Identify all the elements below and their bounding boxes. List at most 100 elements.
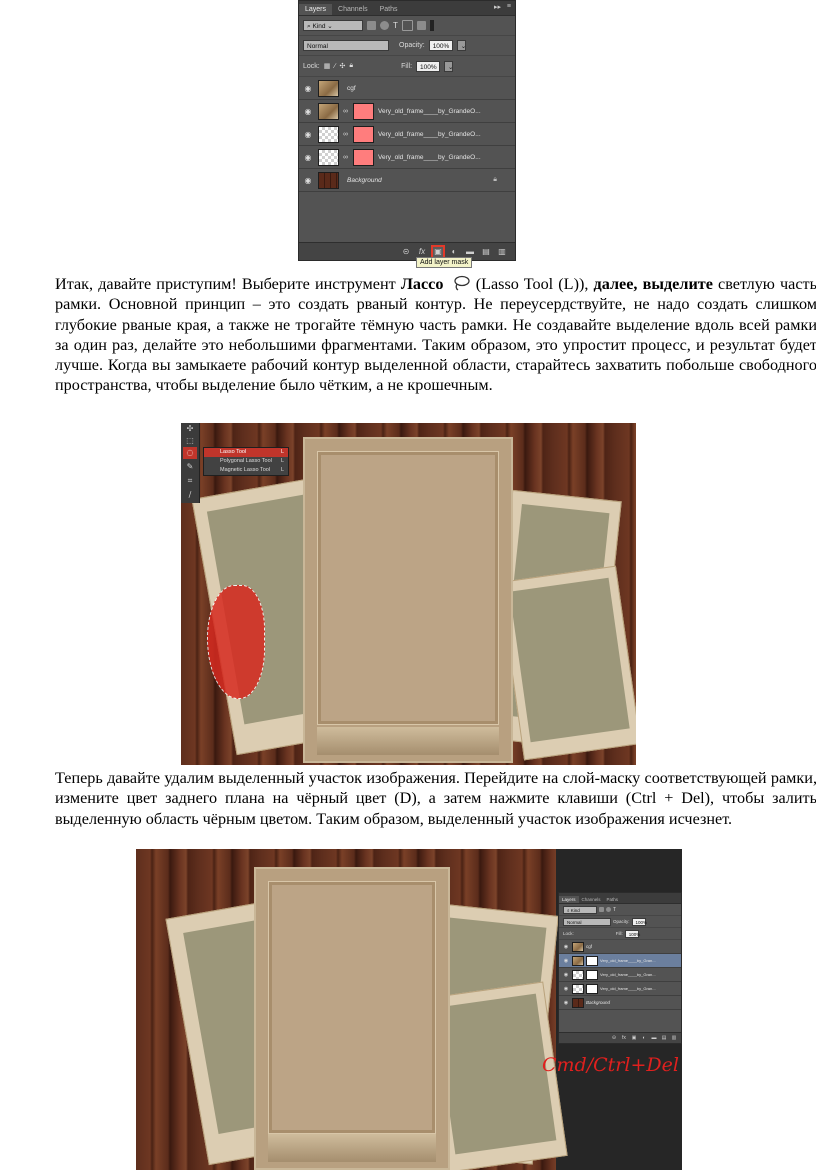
quick-select-tool-icon[interactable]: ✎ xyxy=(183,461,197,473)
filter-pixel-icon[interactable] xyxy=(367,21,376,30)
lasso-term: Лассо xyxy=(400,275,444,293)
panel-tabs: Layers Channels Paths ▸▸ ≡ xyxy=(299,1,515,16)
layer-row[interactable]: ◉ ∞ Very_old_frame____by_GrandeO... xyxy=(299,146,515,169)
filter-smart-icon[interactable] xyxy=(416,21,426,30)
tab-channels[interactable]: Channels xyxy=(332,4,374,15)
trash-icon[interactable]: ▥ xyxy=(497,247,507,257)
move-tool-icon[interactable]: ✣ xyxy=(183,423,197,435)
layer-row[interactable]: ◉ Very_old_frame____by_Gran... xyxy=(559,968,681,982)
layer-mask-thumbnail[interactable] xyxy=(586,983,598,994)
layer-mask-thumbnail[interactable] xyxy=(353,125,374,143)
layer-row-background[interactable]: ◉ Background xyxy=(559,996,681,1010)
lock-paint-icon[interactable]: ∕ xyxy=(334,63,335,70)
folder-icon[interactable]: ▬ xyxy=(465,247,475,257)
chain-icon[interactable]: ∞ xyxy=(343,108,349,115)
paper-right-front-inner xyxy=(509,577,630,743)
layer-name: Background xyxy=(586,1000,611,1005)
adjustment-icon[interactable]: ◐ xyxy=(641,1035,647,1041)
layer-name: Very_old_frame____by_GrandeO... xyxy=(378,107,481,115)
fx-icon[interactable]: fx xyxy=(417,247,427,257)
fx-icon[interactable]: fx xyxy=(621,1035,627,1041)
panel-options-icon[interactable]: ≡ xyxy=(507,3,511,10)
layer-name: Very_old_frame____by_Gran... xyxy=(600,972,656,977)
filter-adjustment-icon[interactable] xyxy=(606,907,611,912)
panel-bottom-bar: ⊝ fx ▣ ◐ ▬ ▤ ▥ xyxy=(559,1032,681,1043)
opacity-input[interactable]: 100% xyxy=(428,40,453,51)
chain-icon[interactable]: ∞ xyxy=(343,154,349,161)
blend-mode-select[interactable]: Normal xyxy=(563,917,611,926)
filter-adjustment-icon[interactable] xyxy=(380,21,389,30)
eye-icon[interactable]: ◉ xyxy=(302,84,314,93)
eye-icon[interactable]: ◉ xyxy=(302,130,314,139)
layer-name: Very_old_frame____by_Gran... xyxy=(600,958,656,963)
panel-menu-icon[interactable]: ▸▸ xyxy=(494,3,501,11)
layer-mask-thumbnail[interactable] xyxy=(353,102,374,120)
filter-pixel-icon[interactable] xyxy=(599,907,604,912)
layer-name: Very_old_frame____by_GrandeO... xyxy=(378,130,481,138)
tab-layers[interactable]: Layers xyxy=(559,896,579,903)
blend-mode-select[interactable]: Normal xyxy=(303,40,389,51)
eye-icon[interactable]: ◉ xyxy=(562,1000,570,1006)
opacity-dropdown[interactable]: ⌄ xyxy=(456,40,466,51)
lock-transparent-icon[interactable]: ▦ xyxy=(324,62,331,70)
chain-icon[interactable]: ∞ xyxy=(343,131,349,138)
filter-kind-select[interactable]: ⌕ Kind xyxy=(563,905,597,914)
eye-icon[interactable]: ◉ xyxy=(562,986,570,992)
lock-all-icon[interactable]: 🔒︎ xyxy=(349,62,353,70)
tab-layers[interactable]: Layers xyxy=(299,4,333,15)
layer-row[interactable]: ◉ cgf xyxy=(559,940,681,954)
eye-icon[interactable]: ◉ xyxy=(562,944,570,950)
adjustment-icon[interactable]: ◐ xyxy=(449,247,459,257)
eyedropper-tool-icon[interactable]: ∕ xyxy=(183,489,197,501)
fill-input[interactable]: 100% xyxy=(624,929,640,938)
trash-icon[interactable]: ▥ xyxy=(671,1035,677,1041)
layer-row[interactable]: ◉ Very_old_frame____by_Gran... xyxy=(559,982,681,996)
fill-dropdown[interactable]: ⌄ xyxy=(444,60,453,72)
layer-thumbnail xyxy=(318,125,339,143)
flyout-lasso-tool[interactable]: Lasso Tool L xyxy=(204,448,288,457)
new-layer-icon[interactable]: ▤ xyxy=(481,247,491,257)
eye-icon[interactable]: ◉ xyxy=(302,176,314,185)
link-icon[interactable]: ⊝ xyxy=(611,1035,617,1041)
central-card xyxy=(254,867,450,1170)
opacity-input[interactable]: 100% xyxy=(631,917,647,926)
layer-row[interactable]: ◉ ∞ Very_old_frame____by_GrandeO... xyxy=(299,100,515,123)
layer-thumbnail xyxy=(572,983,584,994)
marquee-tool-icon[interactable]: ⬚ xyxy=(183,435,197,447)
crop-tool-icon[interactable]: ⌗ xyxy=(183,475,197,487)
select-term: далее, выделите xyxy=(593,275,713,293)
eye-icon[interactable]: ◉ xyxy=(562,958,570,964)
tab-channels[interactable]: Channels xyxy=(579,896,604,903)
lasso-tool-icon[interactable]: ◌ xyxy=(183,447,197,459)
add-layer-mask-icon[interactable]: ▣ xyxy=(631,1035,637,1041)
filter-type-icon[interactable]: T xyxy=(613,907,616,913)
lock-move-icon[interactable]: ✣ xyxy=(340,62,346,70)
new-layer-icon[interactable]: ▤ xyxy=(661,1035,667,1041)
add-layer-mask-icon[interactable]: ▣ xyxy=(431,244,445,259)
layer-row[interactable]: ◉ ∞ Very_old_frame____by_GrandeO... xyxy=(299,123,515,146)
layer-row-background[interactable]: ◉ Background 🔒︎ xyxy=(299,169,515,192)
layer-mask-thumbnail[interactable] xyxy=(353,148,374,166)
filter-shape-icon[interactable] xyxy=(401,20,413,31)
eye-icon[interactable]: ◉ xyxy=(302,153,314,162)
filter-kind-select[interactable]: ⌕ Kind ⌄ xyxy=(303,20,363,31)
fill-input[interactable]: 100% xyxy=(416,60,441,72)
layer-name: Very_old_frame____by_GrandeO... xyxy=(378,153,481,161)
filter-toggle-icon[interactable] xyxy=(429,20,434,31)
flyout-magnetic-lasso-tool[interactable]: Magnetic Lasso Tool L xyxy=(204,466,288,475)
tab-paths[interactable]: Paths xyxy=(374,4,404,15)
filter-kind-label: Kind xyxy=(570,907,580,913)
tab-paths[interactable]: Paths xyxy=(604,896,622,903)
layer-mask-thumbnail[interactable] xyxy=(586,969,598,980)
folder-icon[interactable]: ▬ xyxy=(651,1035,657,1041)
filter-type-icon[interactable]: T xyxy=(393,21,398,30)
central-card-inner xyxy=(317,451,499,725)
layer-row[interactable]: ◉ cgf xyxy=(299,77,515,100)
layer-row-selected[interactable]: ◉ Very_old_frame____by_Gran... xyxy=(559,954,681,968)
link-icon[interactable]: ⊝ xyxy=(401,247,411,257)
flyout-polygonal-lasso-tool[interactable]: Polygonal Lasso Tool L xyxy=(204,457,288,466)
eye-icon[interactable]: ◉ xyxy=(562,972,570,978)
eye-icon[interactable]: ◉ xyxy=(302,107,314,116)
layers-panel: Layers Channels Paths ▸▸ ≡ ⌕ Kind ⌄ T No… xyxy=(298,0,516,261)
layer-mask-thumbnail[interactable] xyxy=(586,955,598,966)
